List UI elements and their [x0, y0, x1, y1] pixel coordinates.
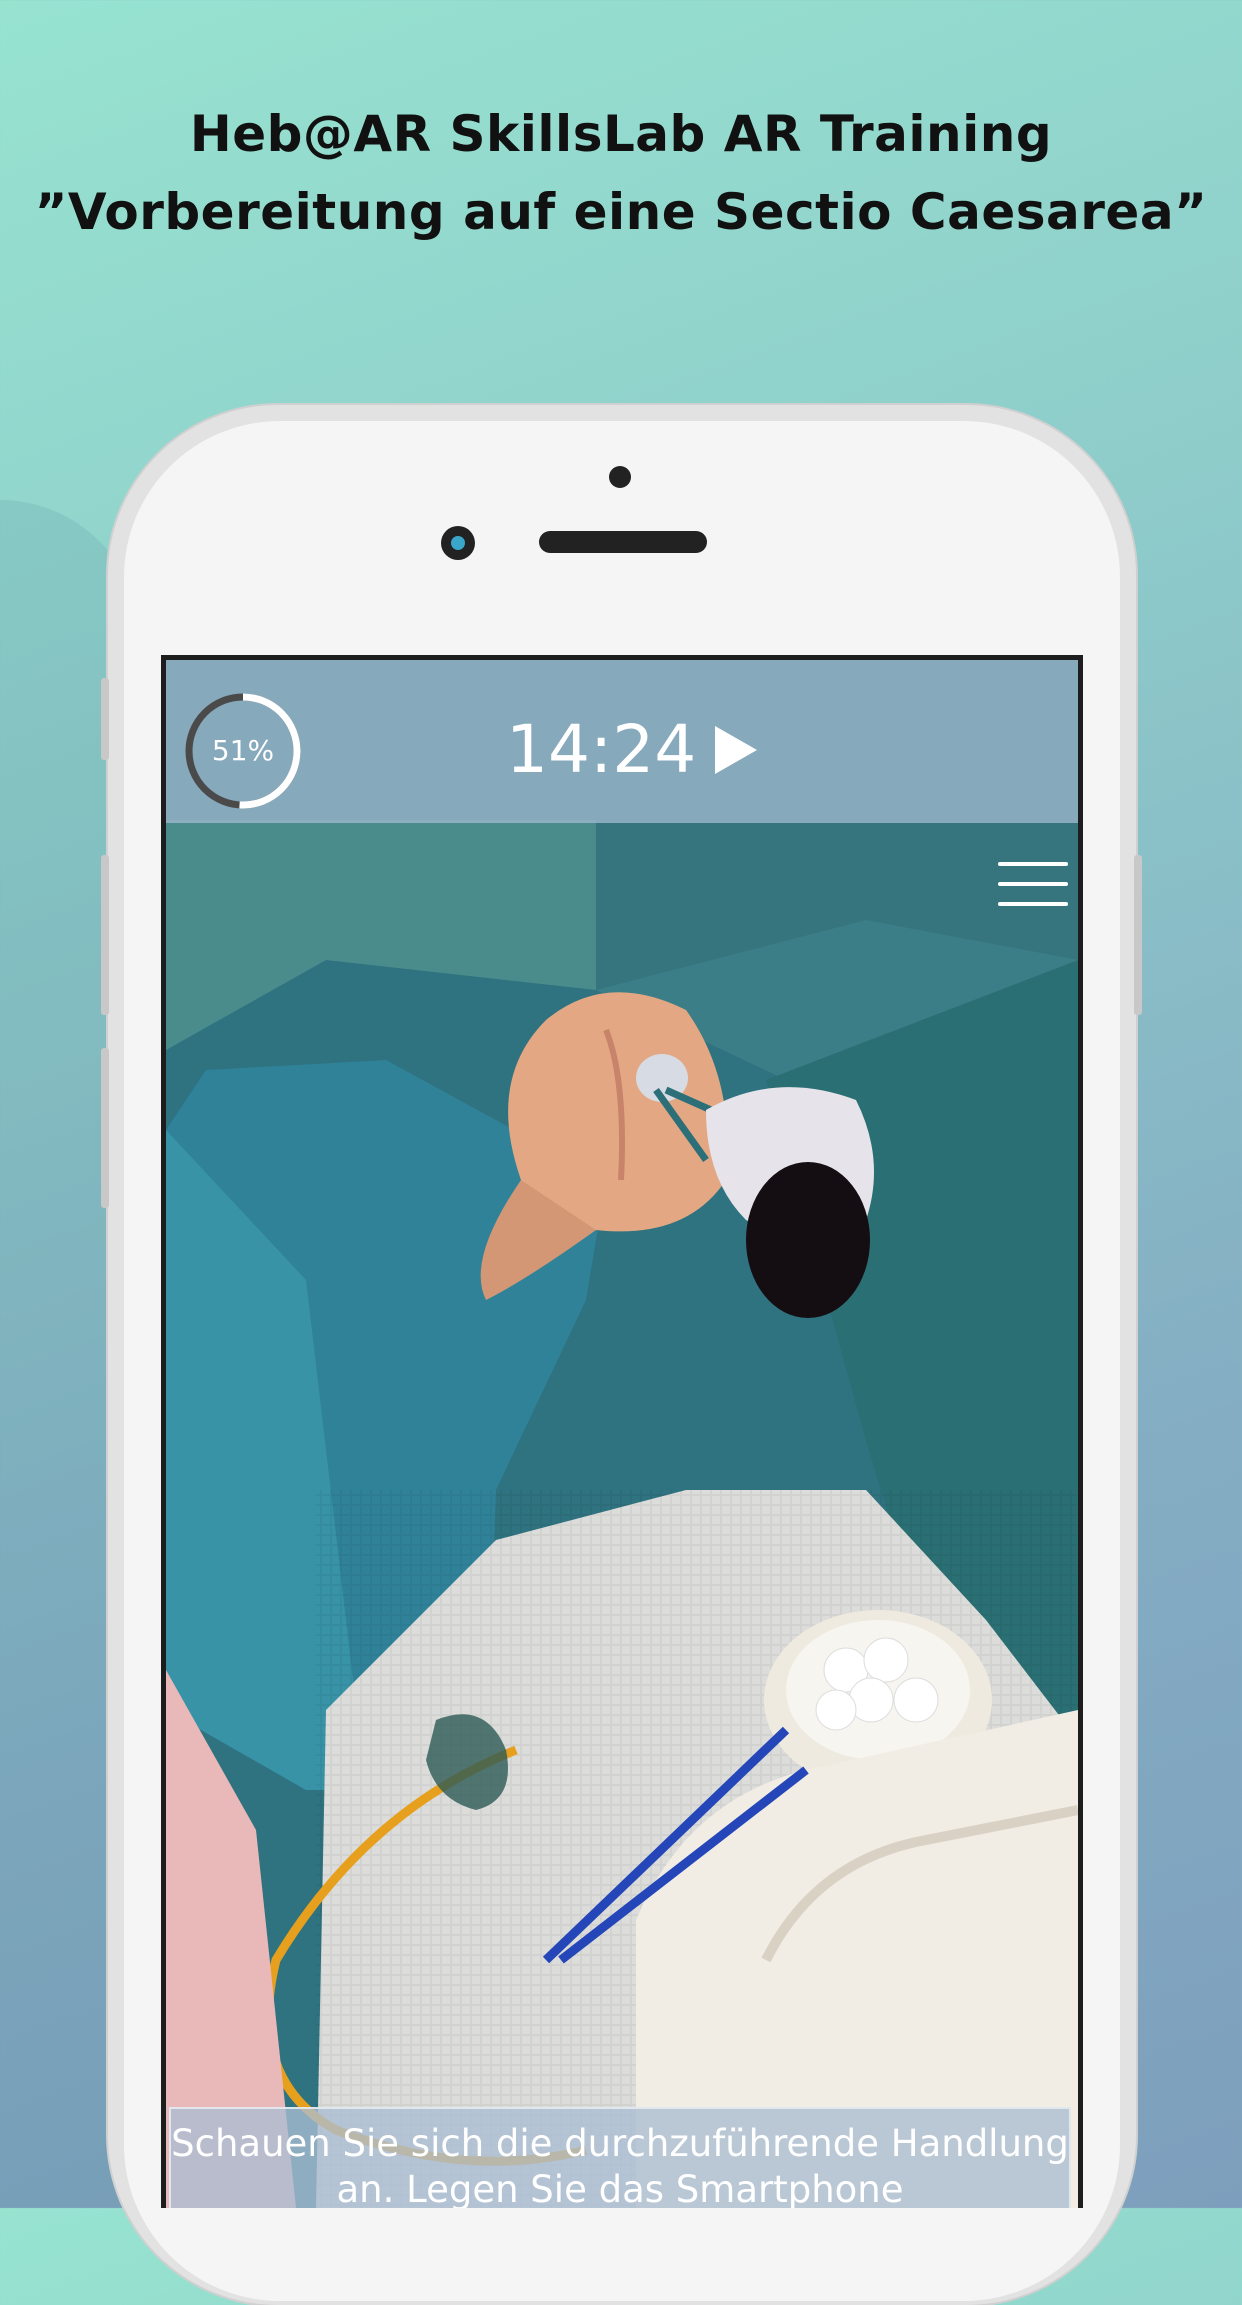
earpiece-speaker: [539, 531, 707, 553]
proximity-sensor: [609, 466, 631, 488]
title-line-2: ”Vorbereitung auf eine Sectio Caesarea”: [34, 183, 1208, 241]
progress-percent: 51%: [211, 734, 275, 767]
front-camera-icon: [441, 526, 475, 560]
instruction-text: Schauen Sie sich die durchzuführende Han…: [171, 2122, 1069, 2208]
phone-power-button: [1134, 855, 1142, 1015]
play-icon[interactable]: [711, 724, 759, 776]
phone-volume-up: [101, 855, 109, 1015]
ar-camera-view[interactable]: 51% 14:24 Schauen Sie sich die durchzufü…: [166, 660, 1078, 2208]
ar-status-bar: 51% 14:24: [166, 660, 1078, 823]
phone-volume-down: [101, 1048, 109, 1208]
page-title: Heb@AR SkillsLab AR Training ”Vorbereitu…: [0, 95, 1242, 251]
hamburger-menu-icon[interactable]: [998, 860, 1068, 908]
session-timer: 14:24: [506, 711, 697, 788]
instruction-panel: Schauen Sie sich die durchzuführende Han…: [169, 2107, 1071, 2208]
ar-scene-illustration: [166, 660, 1078, 2208]
phone-screen: 51% 14:24 Schauen Sie sich die durchzufü…: [161, 655, 1083, 2208]
phone-mute-switch: [101, 678, 109, 760]
title-line-1: Heb@AR SkillsLab AR Training: [189, 105, 1053, 163]
